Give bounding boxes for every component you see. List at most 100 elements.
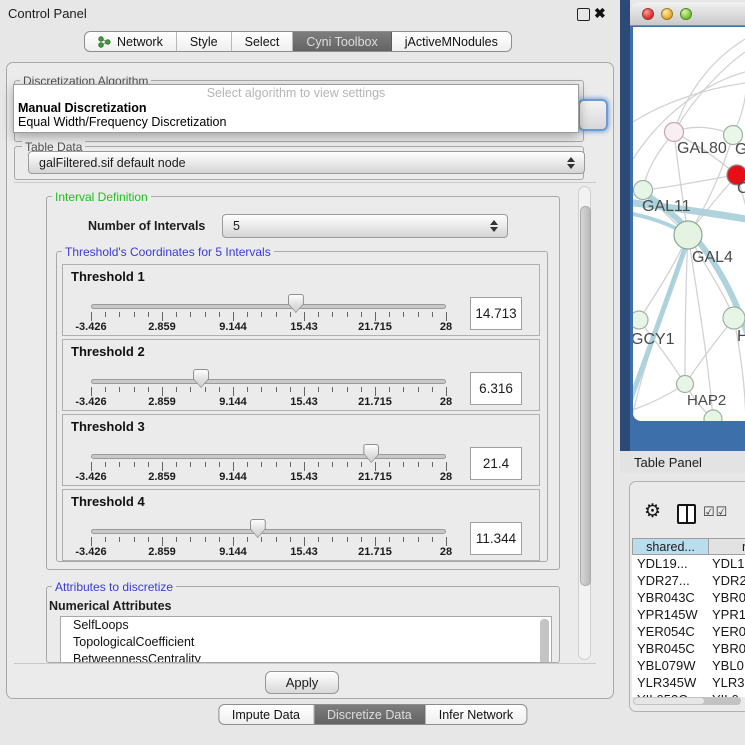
table-panel-titlebar: Table Panel [620,451,745,473]
network-edge[interactable] [633,83,745,122]
close-traffic-light-icon[interactable] [642,8,654,20]
attribute-list-item[interactable]: SelfLoops [61,617,551,634]
slider-thumb[interactable] [288,294,304,313]
tab-network[interactable]: Network [85,32,177,51]
table-cell-shared-name[interactable]: YDL19... [632,556,708,571]
attributes-list-scrollbar[interactable] [540,619,549,663]
table-cell-name[interactable]: YBR0 [708,590,745,605]
table-cell-name[interactable]: YDR2 [708,573,745,588]
gear-icon[interactable]: ⚙ [644,502,661,521]
column-header-name[interactable]: na [708,538,745,555]
tab-discretize-data[interactable]: Discretize Data [314,705,426,724]
table-row[interactable]: YBR045C YBR0 [632,640,745,657]
close-icon[interactable]: ✖ [594,5,606,22]
network-edge[interactable] [674,52,745,132]
tab-style[interactable]: Style [177,32,232,51]
number-of-intervals-combobox[interactable]: 5 [222,214,508,238]
network-edge[interactable] [643,175,737,190]
network-node[interactable] [677,376,694,393]
network-node[interactable] [674,221,702,249]
slider-tick-label: 15.43 [290,321,318,333]
network-node-label: HAP2 [687,392,726,409]
network-node[interactable] [704,410,722,421]
zoom-traffic-light-icon[interactable] [680,8,692,20]
network-node[interactable] [665,123,684,142]
table-row[interactable]: YPR145W YPR1 [632,606,745,623]
tab-cyni-toolbox[interactable]: Cyni Toolbox [293,32,391,51]
table-data-combobox[interactable]: galFiltered.sif default node [28,151,585,174]
network-canvas[interactable]: GAL80GACGAL11GAL4GCY1HHAP2 [633,27,745,421]
column-header-shared-name[interactable]: shared... [632,538,709,555]
slider-tick [176,387,177,392]
network-node-label: C [737,180,745,197]
table-cell-name[interactable]: YER0 [708,624,745,639]
table-row[interactable]: YBR043C YBR0 [632,589,745,606]
slider-tick [403,462,404,467]
vertical-scrollbar[interactable] [578,186,591,660]
slider-track[interactable] [91,379,446,384]
tab-select[interactable]: Select [232,32,294,51]
table-row[interactable]: YBL079W YBL0 [632,657,745,674]
threshold-value-field[interactable]: 14.713 [470,297,522,330]
tab-impute-data[interactable]: Impute Data [219,705,314,724]
slider-track[interactable] [91,529,446,534]
table-cell-name[interactable]: YLR3 [708,675,745,690]
slider-tick [389,462,390,467]
network-node[interactable] [723,307,745,329]
table-cell-shared-name[interactable]: YPR145W [632,607,708,622]
network-node-label: GAL11 [642,198,691,215]
attribute-list-item[interactable]: BetweennessCentrality [61,651,551,663]
dropdown-option-manual-discretization[interactable]: Manual Discretization [18,101,147,115]
slider-tick [219,312,220,317]
apply-button[interactable]: Apply [265,671,339,694]
table-cell-shared-name[interactable]: YDR27... [632,573,708,588]
slider-track[interactable] [91,454,446,459]
table-row[interactable]: YDL19... YDL1 [632,555,745,572]
slider-tick [290,462,291,467]
table-cell-name[interactable]: YBR0 [708,641,745,656]
table-row[interactable]: YER054C YER0 [632,623,745,640]
network-edge[interactable] [685,318,734,384]
slider-thumb[interactable] [250,519,266,538]
dropdown-option-equal-width[interactable]: Equal Width/Frequency Discretization [18,115,226,129]
threshold-value-field[interactable]: 21.4 [470,447,522,480]
table-row[interactable]: YDR27... YDR2 [632,572,745,589]
table-cell-name[interactable]: YDL1 [708,556,745,571]
slider-track[interactable] [91,304,446,309]
threshold-value-field[interactable]: 6.316 [470,372,522,405]
network-edge[interactable] [685,235,688,384]
split-view-icon[interactable] [677,504,696,524]
tab-jactivemnodules[interactable]: jActiveMNodules [392,32,511,51]
slider-thumb[interactable] [193,369,209,388]
table-cell-shared-name[interactable]: YBR043C [632,590,708,605]
select-columns-checkboxes-icon[interactable]: ☑☑ [703,504,728,520]
slider-tick [261,537,262,542]
float-window-icon[interactable] [577,8,590,21]
tab-impute-data-label: Impute Data [232,708,300,722]
table-cell-name[interactable]: YBL0 [708,658,744,673]
minimize-traffic-light-icon[interactable] [661,8,673,20]
horizontal-scrollbar[interactable] [633,697,741,705]
numerical-attributes-list[interactable]: SelfLoopsTopologicalCoefficientBetweenne… [60,616,552,663]
horizontal-scrollbar-thumb[interactable] [634,698,704,704]
slider-thumb[interactable] [363,444,379,463]
slider-tick [446,312,447,321]
network-window-titlebar[interactable] [630,2,745,26]
tab-infer-network[interactable]: Infer Network [426,705,526,724]
network-edge[interactable] [674,39,745,132]
network-node[interactable] [633,311,648,329]
table-cell-shared-name[interactable]: YLR345W [632,675,708,690]
vertical-scrollbar-thumb[interactable] [580,206,591,586]
slider-tick [91,462,92,471]
tab-jactivemnodules-label: jActiveMNodules [405,35,498,49]
table-cell-shared-name[interactable]: YBL079W [632,658,708,673]
slider-tick [403,537,404,542]
table-cell-shared-name[interactable]: YBR045C [632,641,708,656]
table-cell-name[interactable]: YPR1 [708,607,745,622]
table-cell-shared-name[interactable]: YER054C [632,624,708,639]
algorithm-combobox[interactable] [578,99,608,131]
attribute-list-item[interactable]: TopologicalCoefficient [61,634,551,651]
threshold-value-field[interactable]: 11.344 [470,522,522,555]
network-node[interactable] [634,181,653,200]
table-row[interactable]: YLR345W YLR3 [632,674,745,691]
